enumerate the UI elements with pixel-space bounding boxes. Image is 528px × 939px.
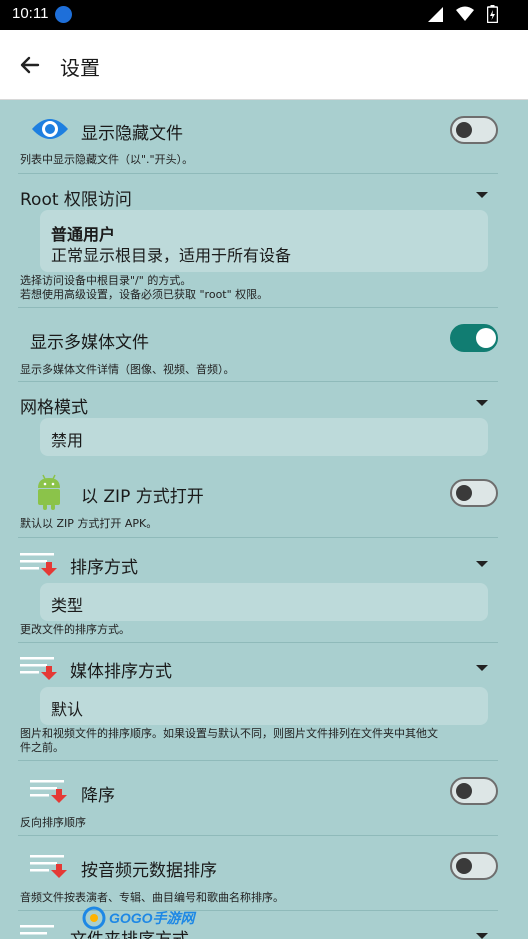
descending-label: 降序 xyxy=(81,786,115,806)
sort-by-value: 类型 xyxy=(51,596,84,615)
sort-icon xyxy=(30,780,67,803)
sort-by-label: 排序方式 xyxy=(70,558,138,578)
divider xyxy=(18,835,498,836)
root-desc-2: 若想使用高级设置，设备必须已获取 "root" 权限。 xyxy=(20,288,269,301)
chevron-down-icon[interactable] xyxy=(476,400,488,406)
page-title: 设置 xyxy=(60,56,100,80)
show-hidden-desc: 列表中显示隐藏文件（以"."开头）。 xyxy=(20,153,194,166)
sort-by-select[interactable]: 类型 xyxy=(40,583,488,621)
open-zip-label: 以 ZIP 方式打开 xyxy=(81,487,204,507)
open-zip-desc: 默认以 ZIP 方式打开 APK。 xyxy=(20,517,158,530)
sort-icon xyxy=(20,925,54,935)
status-icons xyxy=(427,5,498,23)
chevron-down-icon[interactable] xyxy=(476,933,488,939)
show-media-label: 显示多媒体文件 xyxy=(30,333,149,353)
chevron-down-icon[interactable] xyxy=(476,192,488,198)
divider xyxy=(18,307,498,308)
sort-icon xyxy=(20,553,57,576)
settings-list: 显示隐藏文件 列表中显示隐藏文件（以"."开头）。 Root 权限访问 普通用户… xyxy=(0,100,528,939)
sort-by-desc: 更改文件的排序方式。 xyxy=(20,623,130,636)
chevron-down-icon[interactable] xyxy=(476,665,488,671)
show-media-toggle[interactable] xyxy=(450,324,498,352)
toggle-knob xyxy=(456,858,472,874)
watermark-text: GOGO手游网 xyxy=(109,910,195,926)
audio-metadata-toggle[interactable] xyxy=(450,852,498,880)
divider xyxy=(18,381,498,382)
grid-mode-value: 禁用 xyxy=(51,431,84,450)
chevron-down-icon[interactable] xyxy=(476,561,488,567)
toggle-knob xyxy=(456,122,472,138)
media-sort-desc-1: 图片和视频文件的排序顺序。如果设置与默认不同，则图片文件排列在文件夹中其他文 xyxy=(20,727,438,740)
audio-metadata-desc: 音频文件按表演者、专辑、曲目编号和歌曲名称排序。 xyxy=(20,891,284,904)
show-hidden-label: 显示隐藏文件 xyxy=(81,124,183,144)
signal-icon xyxy=(428,7,443,22)
audio-metadata-label: 按音频元数据排序 xyxy=(81,861,217,881)
app-bar: 设置 xyxy=(0,30,528,100)
grid-mode-select[interactable]: 禁用 xyxy=(40,418,488,456)
root-access-select[interactable]: 普通用户 正常显示根目录，适用于所有设备 xyxy=(40,210,488,272)
toggle-knob xyxy=(456,783,472,799)
root-access-label: Root 权限访问 xyxy=(20,190,132,210)
divider xyxy=(18,760,498,761)
show-media-desc: 显示多媒体文件详情（图像、视频、音频）。 xyxy=(20,363,235,376)
media-sort-select[interactable]: 默认 xyxy=(40,687,488,725)
back-arrow-icon[interactable] xyxy=(18,53,42,77)
eye-icon xyxy=(32,119,68,139)
open-zip-toggle[interactable] xyxy=(450,479,498,507)
divider xyxy=(18,173,498,174)
watermark-logo: GOGO手游网 xyxy=(82,904,195,932)
app-notification-icon xyxy=(55,6,72,23)
divider xyxy=(18,537,498,538)
descending-desc: 反向排序顺序 xyxy=(20,816,86,829)
wifi-icon xyxy=(456,6,474,21)
sort-icon xyxy=(20,657,57,680)
toggle-knob xyxy=(456,485,472,501)
divider xyxy=(18,642,498,643)
battery-icon xyxy=(487,5,498,23)
media-sort-value: 默认 xyxy=(51,700,84,719)
android-icon xyxy=(38,474,60,510)
status-time: 10:11 xyxy=(12,5,49,22)
grid-mode-label: 网格模式 xyxy=(20,398,88,418)
status-bar: 10:11 xyxy=(0,0,528,30)
media-sort-label: 媒体排序方式 xyxy=(70,662,172,682)
show-hidden-toggle[interactable] xyxy=(450,116,498,144)
descending-toggle[interactable] xyxy=(450,777,498,805)
sort-icon xyxy=(30,855,67,878)
toggle-knob xyxy=(476,328,496,348)
root-selected-desc: 正常显示根目录，适用于所有设备 xyxy=(51,246,292,265)
media-sort-desc-2: 件之前。 xyxy=(20,741,64,754)
root-desc-1: 选择访问设备中根目录"/" 的方式。 xyxy=(20,274,192,287)
watermark-logo-icon xyxy=(82,906,106,930)
